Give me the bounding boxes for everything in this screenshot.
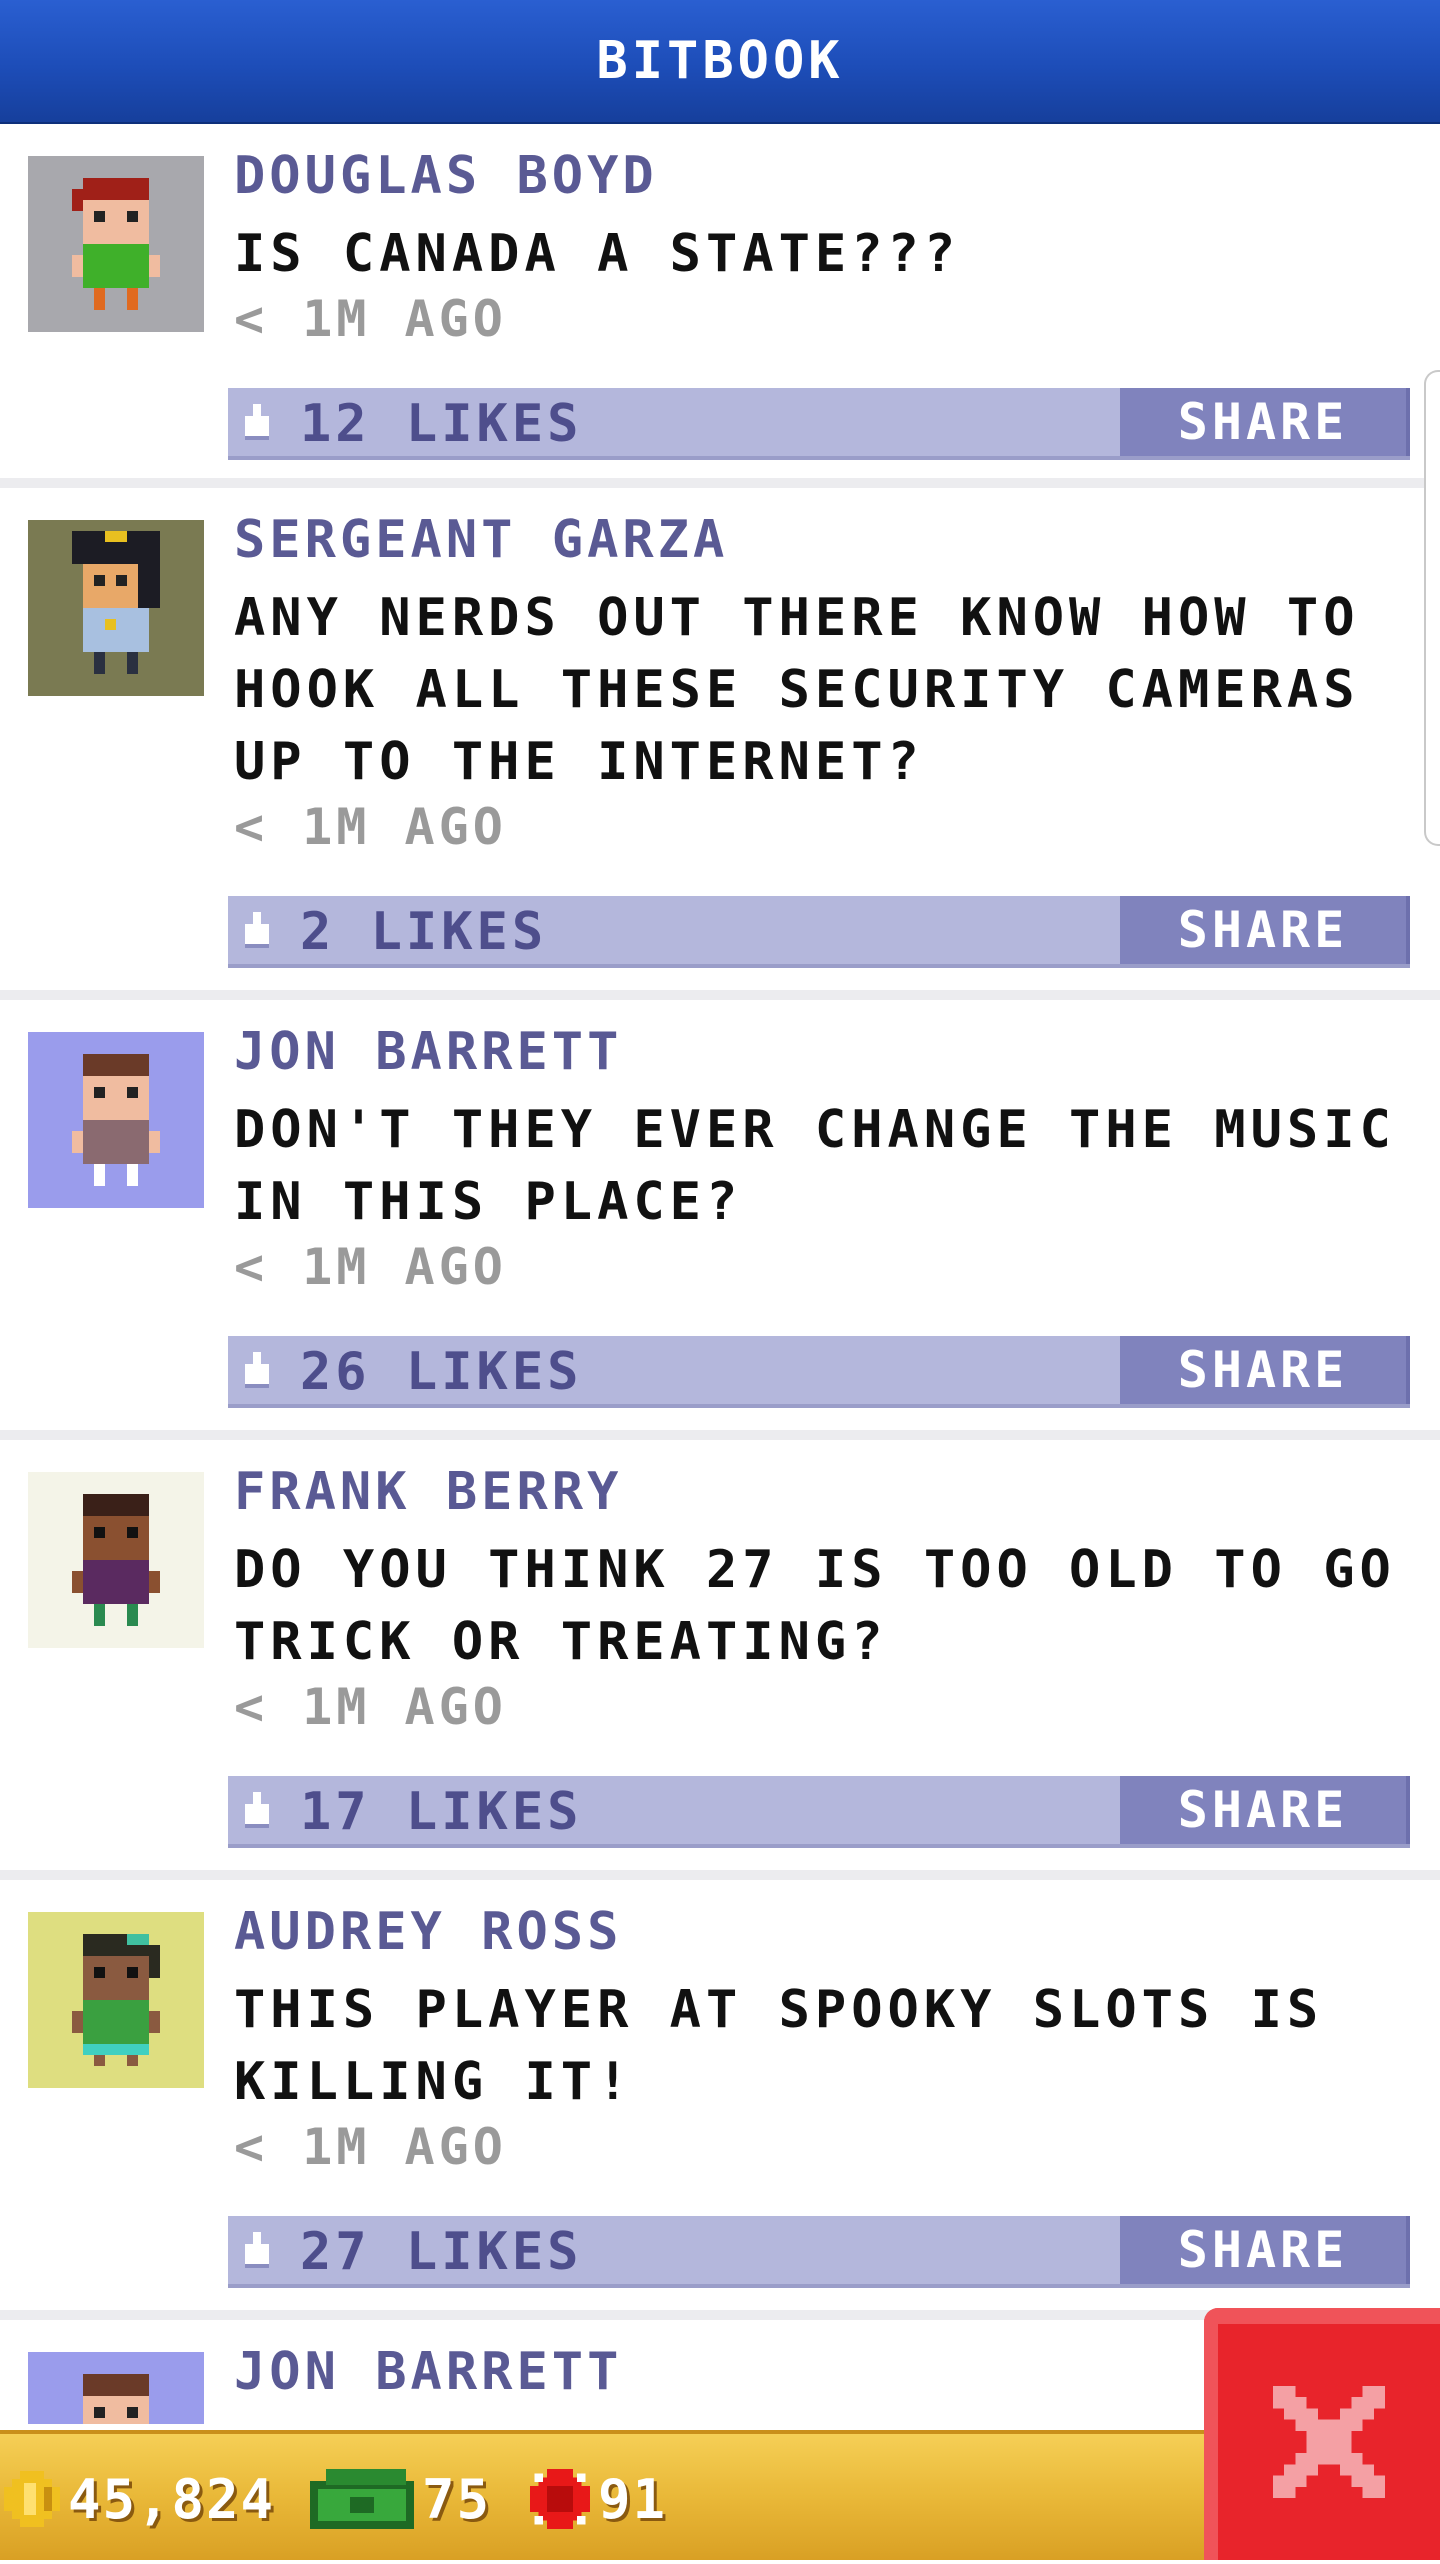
likes-count: 12 LIKES: [300, 394, 583, 454]
feed-post: AUDREY ROSS THIS PLAYER AT SPOOKY SLOTS …: [0, 1880, 1440, 2320]
thumbs-up-icon[interactable]: [240, 1352, 274, 1388]
post-timestamp: < 1M AGO: [234, 1678, 507, 1736]
post-timestamp: < 1M AGO: [234, 290, 507, 348]
avatar: [28, 520, 204, 696]
feed-post: SERGEANT GARZA ANY NERDS OUT THERE KNOW …: [0, 488, 1440, 1000]
bux-stat: 75: [310, 2434, 491, 2564]
coins-stat: 45,824: [4, 2434, 275, 2564]
close-icon: [1273, 2386, 1385, 2498]
coins-value: 45,824: [68, 2467, 276, 2531]
post-message: DO YOU THINK 27 IS TOO OLD TO GO TRICK O…: [234, 1540, 1396, 1672]
feed-post: FRANK BERRY DO YOU THINK 27 IS TOO OLD T…: [0, 1440, 1440, 1880]
post-message: THIS PLAYER AT SPOOKY SLOTS IS KILLING I…: [234, 1980, 1324, 2112]
post-timestamp: < 1M AGO: [234, 1238, 507, 1296]
page-title: BITBOOK: [596, 31, 844, 91]
likes-bar: 17 LIKES SHARE: [228, 1776, 1410, 1848]
avatar: [28, 1912, 204, 2088]
thumbs-up-icon[interactable]: [240, 912, 274, 948]
post-author[interactable]: JON BARRETT: [234, 2342, 622, 2402]
tickets-value: 91: [598, 2467, 668, 2531]
close-button[interactable]: [1204, 2308, 1440, 2560]
feed-post: JON BARRETT DON'T THEY EVER CHANGE THE M…: [0, 1000, 1440, 1440]
likes-bar: 12 LIKES SHARE: [228, 388, 1410, 460]
ticket-icon: [530, 2469, 590, 2529]
post-author[interactable]: SERGEANT GARZA: [234, 510, 728, 570]
coin-icon: [4, 2471, 60, 2527]
scrollbar[interactable]: [1424, 370, 1440, 846]
share-button[interactable]: SHARE: [1120, 1776, 1410, 1844]
bux-icon: [310, 2469, 414, 2529]
tickets-stat: 91: [530, 2434, 667, 2564]
likes-count: 17 LIKES: [300, 1782, 583, 1842]
post-timestamp: < 1M AGO: [234, 798, 507, 856]
share-button[interactable]: SHARE: [1120, 2216, 1410, 2284]
feed-list[interactable]: DOUGLAS BOYD IS CANADA A STATE??? < 1M A…: [0, 124, 1440, 2424]
thumbs-up-icon[interactable]: [240, 1792, 274, 1828]
likes-count: 2 LIKES: [300, 902, 548, 962]
post-message: DON'T THEY EVER CHANGE THE MUSIC IN THIS…: [234, 1100, 1396, 1232]
likes-bar: 27 LIKES SHARE: [228, 2216, 1410, 2288]
share-button[interactable]: SHARE: [1120, 1336, 1410, 1404]
share-button[interactable]: SHARE: [1120, 388, 1410, 456]
bux-value: 75: [422, 2467, 492, 2531]
post-author[interactable]: DOUGLAS BOYD: [234, 146, 658, 206]
avatar: [28, 1032, 204, 1208]
post-author[interactable]: FRANK BERRY: [234, 1462, 622, 1522]
post-author[interactable]: AUDREY ROSS: [234, 1902, 622, 1962]
post-message: IS CANADA A STATE???: [234, 224, 961, 284]
share-button[interactable]: SHARE: [1120, 896, 1410, 964]
post-message: ANY NERDS OUT THERE KNOW HOW TO HOOK ALL…: [234, 588, 1360, 792]
likes-bar: 26 LIKES SHARE: [228, 1336, 1410, 1408]
likes-count: 27 LIKES: [300, 2222, 583, 2282]
post-timestamp: < 1M AGO: [234, 2118, 507, 2176]
likes-count: 26 LIKES: [300, 1342, 583, 1402]
avatar: [28, 2352, 204, 2424]
avatar: [28, 156, 204, 332]
thumbs-up-icon[interactable]: [240, 2232, 274, 2268]
likes-bar: 2 LIKES SHARE: [228, 896, 1410, 968]
app-header: BITBOOK: [0, 0, 1440, 124]
avatar: [28, 1472, 204, 1648]
thumbs-up-icon[interactable]: [240, 404, 274, 440]
post-author[interactable]: JON BARRETT: [234, 1022, 622, 1082]
feed-post: DOUGLAS BOYD IS CANADA A STATE??? < 1M A…: [0, 124, 1440, 488]
